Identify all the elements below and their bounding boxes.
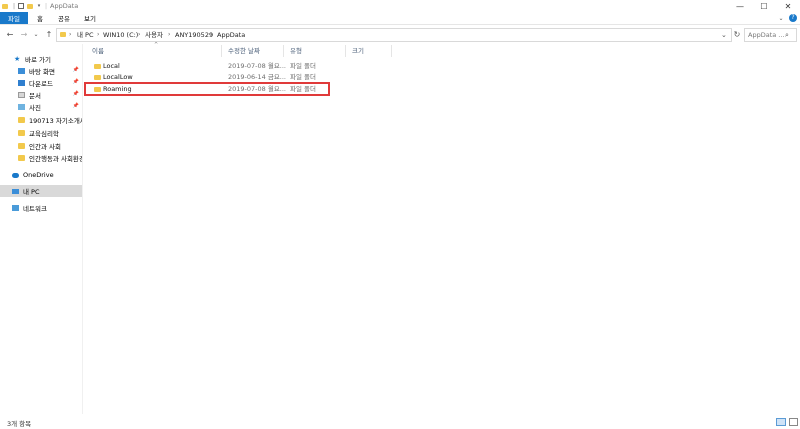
sidebar-item-label: 문서	[29, 92, 41, 100]
sidebar-item-label: 사진	[29, 104, 41, 112]
folder-icon	[18, 155, 25, 161]
column-header-type[interactable]: 유형	[284, 45, 346, 57]
large-icons-view-icon[interactable]	[789, 418, 798, 426]
address-dropdown-icon[interactable]: ⌄	[721, 29, 727, 41]
sidebar-quick-access[interactable]: ★ 바로 가기	[0, 53, 82, 65]
chevron-right-icon[interactable]: ›	[69, 29, 71, 41]
back-arrow-icon[interactable]: ←	[4, 28, 16, 41]
sidebar-item-downloads[interactable]: 다운로드 📌	[0, 77, 82, 89]
chevron-right-icon[interactable]: ›	[138, 29, 140, 41]
computer-icon	[12, 188, 19, 194]
cloud-icon	[12, 172, 19, 178]
details-view-icon[interactable]	[776, 418, 786, 426]
sidebar-item-label: 내 PC	[23, 188, 40, 196]
picture-icon	[18, 104, 25, 110]
pin-icon[interactable]: 📌	[73, 67, 79, 73]
status-bar: 3개 항목	[0, 414, 800, 429]
desktop-icon	[18, 68, 25, 74]
star-icon: ★	[14, 54, 21, 63]
item-count: 3개 항목	[7, 420, 32, 428]
breadcrumb-drive-c[interactable]: WIN10 (C:)	[103, 29, 138, 41]
file-date: 2019-07-08 월요...	[228, 62, 286, 70]
tab-file[interactable]: 파일	[0, 12, 28, 24]
tab-share[interactable]: 공유	[54, 12, 74, 24]
file-row[interactable]: Local 2019-07-08 월요... 파일 폴더	[90, 61, 330, 72]
folder-icon	[18, 130, 25, 136]
folder-icon	[2, 2, 8, 10]
title-bar: | ▾ | AppData — ☐ ✕	[0, 0, 800, 12]
download-icon	[18, 80, 25, 86]
folder-icon	[94, 64, 101, 69]
forward-arrow-icon[interactable]: →	[18, 28, 30, 41]
pin-icon[interactable]: 📌	[73, 103, 79, 109]
document-icon	[18, 92, 25, 98]
search-box[interactable]: AppData ... ⌕	[744, 28, 797, 42]
highlight-box	[84, 82, 330, 96]
window-title: AppData	[50, 2, 79, 10]
title-separator: |	[44, 2, 48, 10]
sidebar-item-pictures[interactable]: 사진 📌	[0, 101, 82, 113]
sidebar-item-label: 교육심리학	[29, 130, 59, 138]
sidebar-item-label: 190713 자기소개서	[29, 117, 82, 125]
sidebar-item-label: 다운로드	[29, 80, 53, 88]
sidebar-item-label: OneDrive	[23, 171, 54, 179]
expand-ribbon-icon[interactable]: ⌄	[776, 12, 786, 24]
file-name: Local	[103, 62, 120, 70]
file-type: 파일 폴더	[290, 62, 316, 70]
close-button[interactable]: ✕	[776, 0, 800, 12]
folder-icon	[60, 32, 66, 37]
sidebar-item-label: 바탕 화면	[29, 68, 55, 76]
sidebar-item-network[interactable]: 네트워크	[0, 202, 82, 214]
customize-toolbar-icon[interactable]: ▾	[36, 2, 42, 10]
tab-home[interactable]: 홈	[30, 12, 50, 24]
sidebar-item-label: 인간과 사회	[29, 143, 61, 151]
breadcrumb-this-pc[interactable]: 내 PC	[77, 29, 94, 41]
breadcrumb-appdata[interactable]: AppData	[217, 29, 245, 41]
sidebar-item-this-pc[interactable]: 내 PC	[0, 185, 82, 197]
breadcrumb-users[interactable]: 사용자	[145, 29, 163, 41]
up-arrow-icon[interactable]: ↑	[43, 28, 55, 41]
sidebar-item-folder[interactable]: 190713 자기소개서	[0, 114, 82, 126]
sidebar-item-label: 바로 가기	[25, 56, 51, 64]
column-header-date[interactable]: 수정한 날짜	[222, 45, 284, 57]
sidebar-item-label: 인간행동과 사회환경	[29, 155, 82, 163]
maximize-button[interactable]: ☐	[752, 0, 776, 12]
chevron-right-icon[interactable]: ›	[168, 29, 170, 41]
recent-locations-icon[interactable]: ⌄	[30, 28, 42, 41]
tab-view[interactable]: 보기	[80, 12, 100, 24]
sidebar-item-documents[interactable]: 문서 📌	[0, 89, 82, 101]
pin-icon[interactable]: 📌	[73, 79, 79, 85]
column-header-size[interactable]: 크기	[346, 45, 392, 57]
ribbon-tabs: 파일 홈 공유 보기 ⌄ ?	[0, 12, 800, 25]
network-icon	[12, 205, 19, 211]
folder-icon	[18, 143, 25, 149]
column-header-name[interactable]: 이름	[86, 45, 222, 57]
sidebar-item-folder[interactable]: 인간행동과 사회환경	[0, 152, 82, 164]
address-bar[interactable]: › 내 PC › WIN10 (C:) › 사용자 › ANY190529 › …	[56, 28, 732, 42]
navigation-pane: ★ 바로 가기 바탕 화면 📌 다운로드 📌 문서 📌 사진 📌 190713 …	[0, 44, 82, 414]
pin-icon[interactable]: 📌	[73, 91, 79, 97]
sidebar-item-label: 네트워크	[23, 205, 47, 213]
breadcrumb-user-folder[interactable]: ANY190529	[175, 29, 213, 41]
pane-divider[interactable]	[82, 44, 83, 414]
properties-icon[interactable]	[17, 2, 24, 10]
sidebar-item-onedrive[interactable]: OneDrive	[0, 169, 82, 181]
help-icon[interactable]: ?	[788, 12, 798, 24]
refresh-icon[interactable]: ↻	[731, 28, 743, 41]
sidebar-item-folder[interactable]: 인간과 사회	[0, 140, 82, 152]
search-placeholder[interactable]: AppData ...	[748, 29, 784, 41]
new-folder-icon[interactable]	[26, 2, 33, 10]
search-icon[interactable]: ⌕	[785, 29, 789, 41]
chevron-right-icon[interactable]: ›	[97, 29, 99, 41]
folder-icon	[18, 117, 25, 123]
navigation-bar: ← → ⌄ ↑ › 내 PC › WIN10 (C:) › 사용자 › ANY1…	[0, 27, 800, 42]
folder-icon	[94, 75, 101, 80]
sidebar-item-desktop[interactable]: 바탕 화면 📌	[0, 65, 82, 77]
minimize-button[interactable]: —	[728, 0, 752, 12]
sidebar-item-folder[interactable]: 교육심리학	[0, 127, 82, 139]
chevron-right-icon[interactable]: ›	[210, 29, 212, 41]
